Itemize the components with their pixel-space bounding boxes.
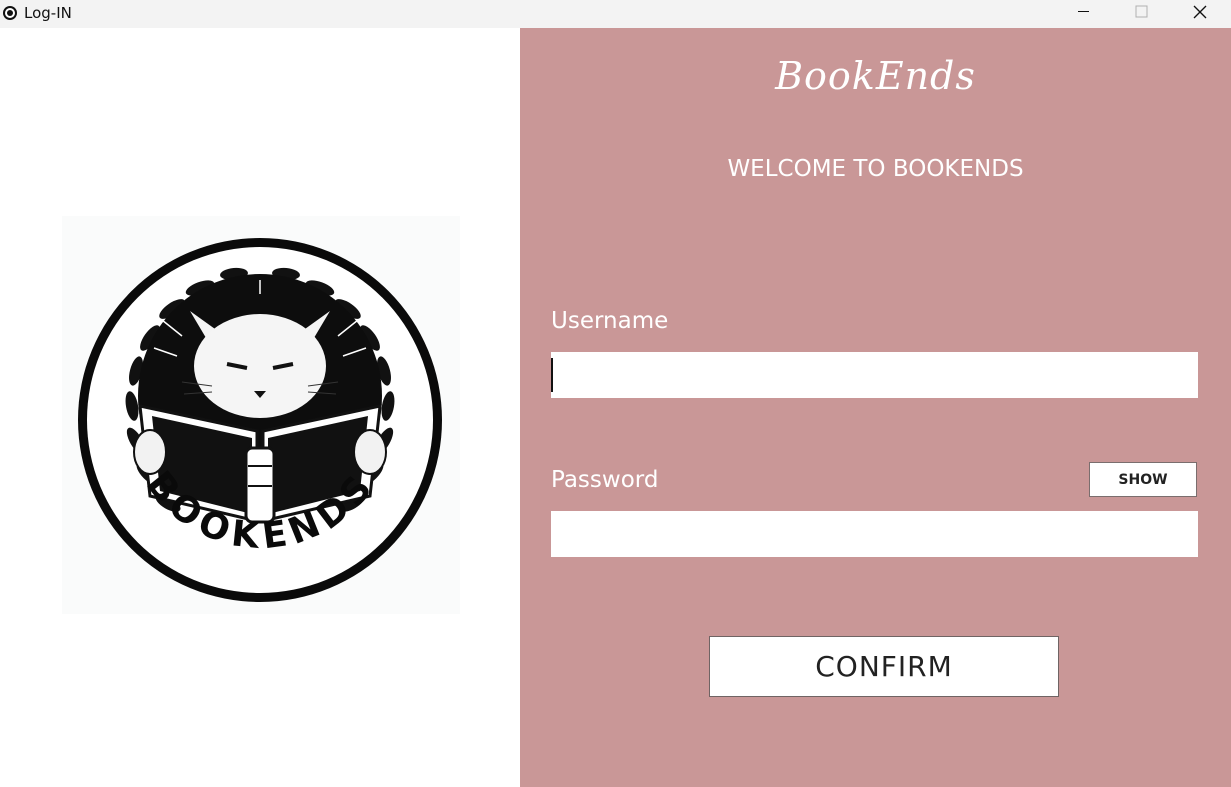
password-label: Password: [551, 467, 659, 493]
welcome-heading: WELCOME TO BOOKENDS: [727, 156, 1024, 182]
maximize-button[interactable]: [1112, 0, 1170, 28]
window-titlebar: Log-IN: [0, 0, 1231, 28]
minimize-button[interactable]: [1054, 0, 1112, 28]
password-input[interactable]: [551, 511, 1198, 557]
maximize-icon: [1135, 5, 1148, 18]
confirm-button[interactable]: CONFIRM: [709, 636, 1059, 697]
username-label: Username: [551, 308, 669, 334]
cat-reading-book-emblem: BOOKENDS: [78, 238, 442, 602]
close-icon: [1193, 5, 1207, 19]
bookends-logo: BOOKENDS: [62, 216, 460, 614]
window-title: Log-IN: [24, 4, 72, 22]
text-caret: [551, 358, 553, 392]
minimize-icon: [1078, 11, 1089, 12]
login-panel: BookEnds WELCOME TO BOOKENDS Username Pa…: [520, 28, 1231, 787]
show-password-button[interactable]: SHOW: [1089, 462, 1197, 497]
app-icon: [3, 6, 17, 20]
close-button[interactable]: [1170, 0, 1228, 28]
username-input[interactable]: [551, 352, 1198, 398]
logo-panel: BOOKENDS: [0, 28, 520, 787]
brand-title: BookEnds: [775, 54, 976, 98]
